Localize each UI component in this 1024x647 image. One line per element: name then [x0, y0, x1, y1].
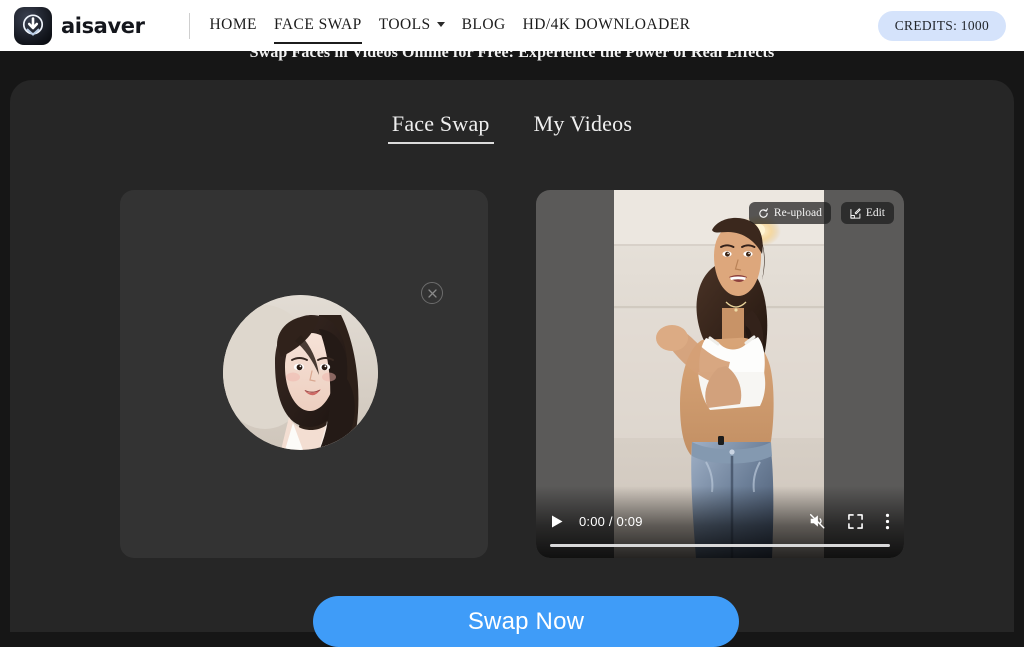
tab-my-videos[interactable]: My Videos: [530, 111, 636, 144]
nav-item-tools[interactable]: TOOLS: [379, 14, 445, 38]
source-face-upload[interactable]: [120, 190, 488, 558]
nav-item-tools-label: TOOLS: [378, 15, 431, 33]
swap-now-label: Swap Now: [467, 607, 585, 635]
credits-badge[interactable]: CREDITS: 1000: [877, 11, 1006, 41]
page-body: Swap Faces in Videos Online for Free: Ex…: [0, 44, 1024, 647]
nav-item-home[interactable]: HOME: [210, 14, 257, 38]
brand-name: aisaver: [61, 13, 145, 38]
remove-image-button[interactable]: [421, 282, 443, 304]
tab-face-swap-label: Face Swap: [391, 111, 490, 136]
nav-item-face-swap[interactable]: FACE SWAP: [273, 14, 362, 44]
credits-label: CREDITS: 1000: [894, 18, 989, 33]
close-icon: [427, 288, 437, 298]
edit-button[interactable]: Edit: [840, 202, 894, 224]
swap-now-button[interactable]: Swap Now: [313, 596, 739, 647]
target-video-panel[interactable]: Re-upload Edit 0:00 / 0:09: [536, 190, 904, 558]
main-nav: HOME FACE SWAP TOOLS BLOG HD/4K DOWNLOAD…: [210, 14, 691, 44]
nav-item-hd4k-downloader[interactable]: HD/4K DOWNLOADER: [523, 14, 691, 38]
video-progress-bar[interactable]: [550, 544, 890, 547]
fullscreen-icon[interactable]: [848, 513, 863, 529]
tab-face-swap[interactable]: Face Swap: [387, 111, 494, 144]
edit-label: Edit: [865, 207, 885, 219]
download-arrow-icon: [14, 6, 52, 45]
video-time-label: 0:00 / 0:09: [579, 513, 643, 529]
refresh-icon: [759, 207, 768, 218]
tab-my-videos-label: My Videos: [533, 111, 633, 136]
nav-item-blog-label: BLOG: [461, 15, 506, 33]
nav-item-hd4k-downloader-label: HD/4K DOWNLOADER: [522, 15, 691, 33]
site-header: aisaver HOME FACE SWAP TOOLS BLOG HD/4K …: [0, 0, 1024, 51]
nav-item-home-label: HOME: [209, 15, 257, 33]
pencil-edit-icon: [850, 207, 861, 219]
volume-muted-icon[interactable]: [808, 512, 826, 530]
swap-panels: Re-upload Edit 0:00 / 0:09: [120, 190, 904, 562]
nav-item-blog[interactable]: BLOG: [462, 14, 506, 38]
avatar: [223, 295, 378, 450]
brand-logo[interactable]: aisaver: [14, 6, 145, 45]
chevron-down-icon: [436, 22, 445, 27]
card-tabs: Face Swap My Videos: [10, 111, 1014, 144]
header-divider: [188, 12, 190, 39]
video-action-buttons: Re-upload Edit: [748, 202, 894, 224]
kebab-menu-icon[interactable]: [885, 513, 890, 530]
reupload-label: Re-upload: [773, 207, 822, 219]
face-swap-card: Face Swap My Videos Re-upload Edit 0:00 …: [10, 80, 1014, 647]
nav-item-face-swap-label: FACE SWAP: [273, 15, 362, 33]
play-icon[interactable]: [550, 514, 564, 529]
reupload-button[interactable]: Re-upload: [748, 202, 831, 224]
